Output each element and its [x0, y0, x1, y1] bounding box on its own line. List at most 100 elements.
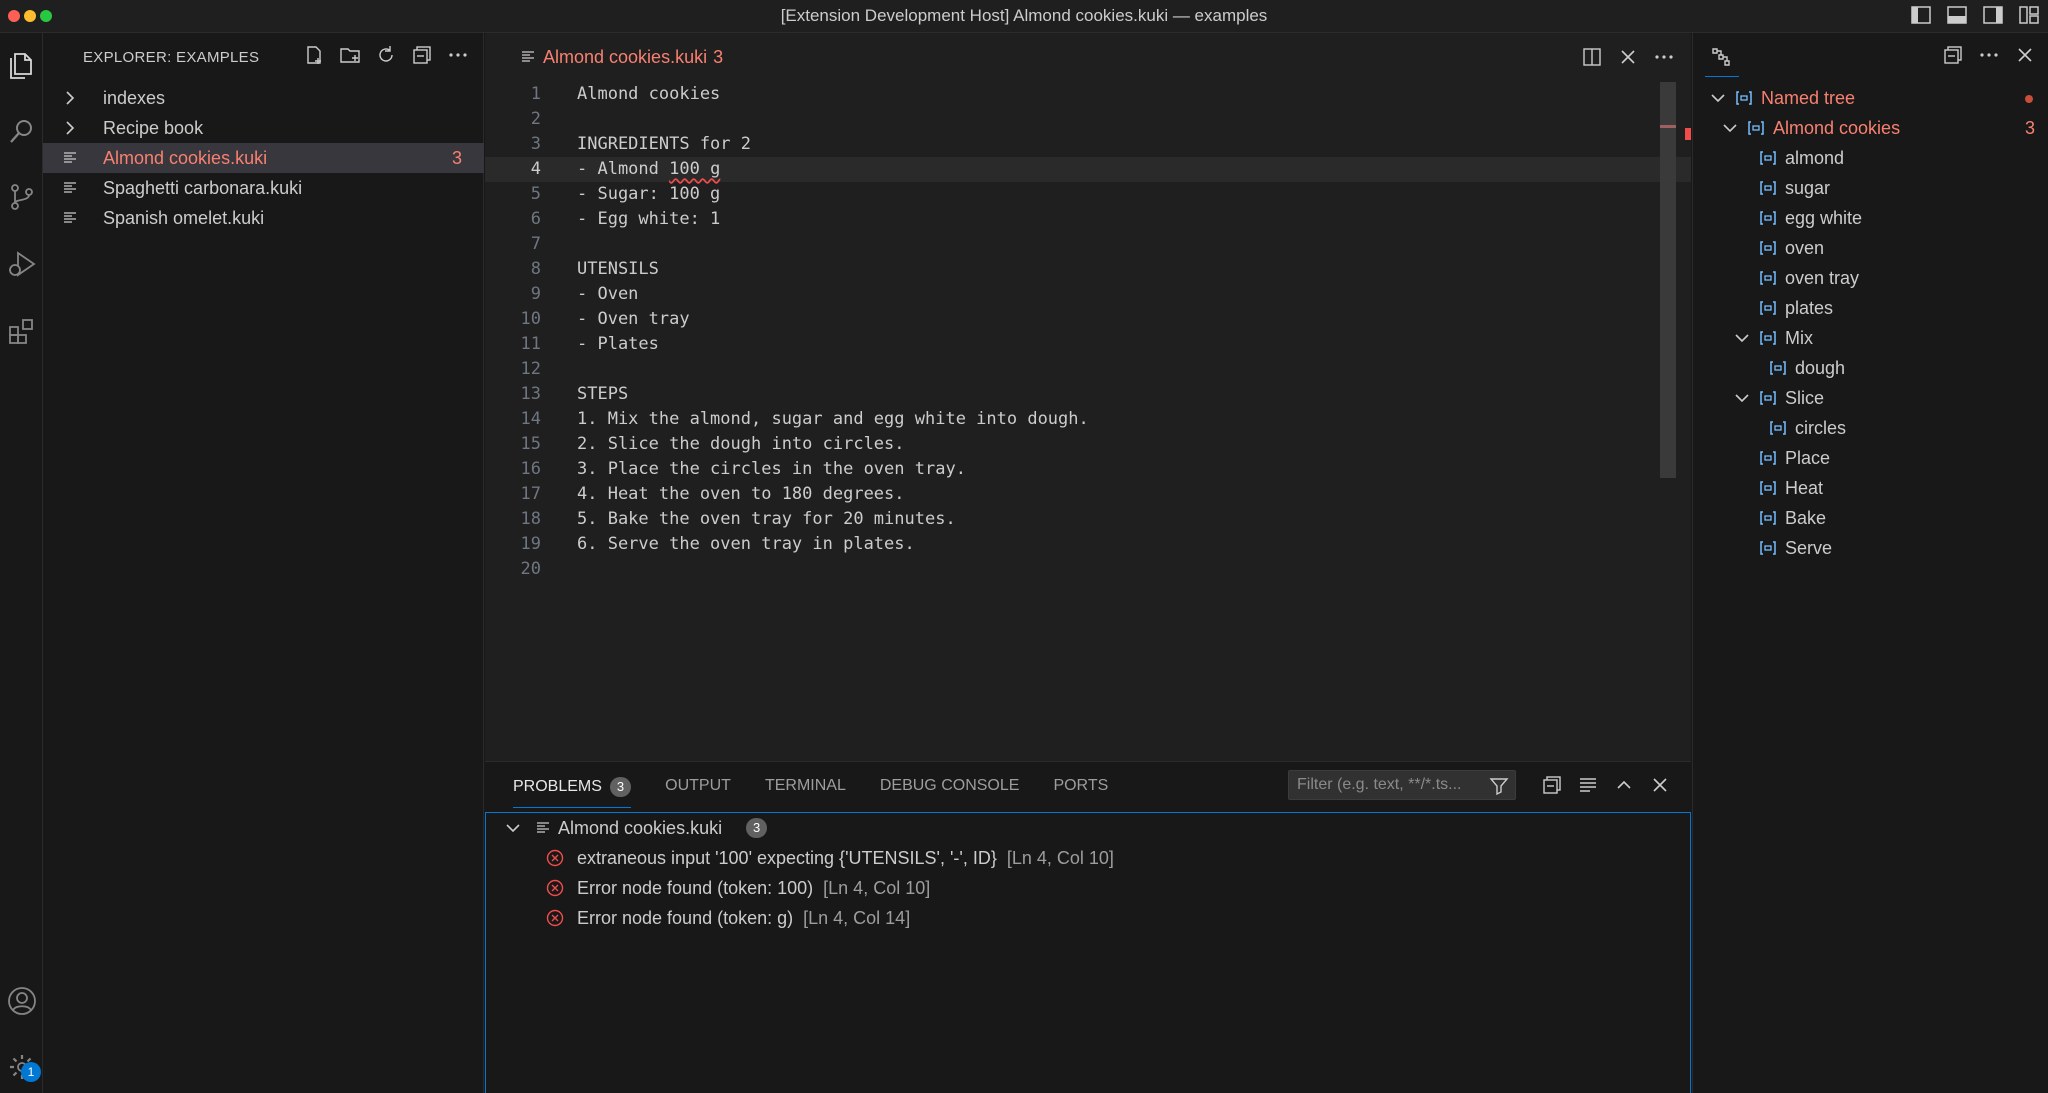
tree-folder-indexes[interactable]: indexes	[43, 83, 484, 113]
explorer-sidebar: EXPLORER: EXAMPLES indexes Recipe book A…	[43, 33, 484, 1093]
symbol-variable-icon	[1760, 151, 1776, 165]
overview-ruler-cursor	[1660, 125, 1676, 128]
code-line-current: 4- Almond 100 g	[485, 157, 1691, 182]
tree-file-spaghetti-carbonara[interactable]: Spaghetti carbonara.kuki	[43, 173, 484, 203]
search-icon[interactable]	[6, 115, 38, 147]
toggle-primary-sidebar-icon[interactable]	[1910, 4, 1932, 31]
editor-more-icon[interactable]	[1653, 46, 1675, 73]
tab-output[interactable]: OUTPUT	[665, 777, 731, 808]
editor-scrollbar[interactable]	[1660, 82, 1676, 478]
named-tree-item[interactable]: oven tray	[1693, 263, 2048, 293]
named-tree-item[interactable]: plates	[1693, 293, 2048, 323]
toggle-secondary-sidebar-icon[interactable]	[1982, 4, 2004, 31]
code-line: 13 STEPS	[520, 384, 629, 404]
close-tab-icon[interactable]	[1617, 46, 1639, 73]
named-tree-doc-label: Almond cookies	[1773, 118, 1901, 138]
symbol-variable-icon	[1760, 181, 1776, 195]
customize-layout-icon[interactable]	[2018, 4, 2040, 31]
chevron-right-icon	[66, 121, 75, 135]
filter-icon[interactable]	[1489, 776, 1509, 796]
named-tree-item[interactable]: Bake	[1693, 503, 2048, 533]
problems-filter	[1288, 770, 1516, 800]
named-tree-item[interactable]: egg white	[1693, 203, 2048, 233]
code-line: 3 INGREDIENTS for 2	[530, 134, 751, 154]
symbol-variable-icon	[1760, 451, 1776, 465]
tab-debug-console[interactable]: DEBUG CONSOLE	[880, 777, 1020, 808]
problem-file-count: 3	[746, 818, 768, 838]
close-panel-icon[interactable]	[1649, 774, 1671, 801]
named-tree-actions	[1942, 44, 2036, 71]
error-icon	[546, 909, 564, 927]
refresh-icon[interactable]	[375, 44, 397, 71]
extensions-icon[interactable]	[6, 315, 38, 347]
tree-file-almond-cookies[interactable]: Almond cookies.kuki 3	[43, 143, 484, 173]
named-tree-item[interactable]: Serve	[1693, 533, 2048, 563]
named-tree-root[interactable]: Named tree	[1693, 83, 2048, 113]
named-tree-view-icon[interactable]	[1705, 43, 1739, 77]
named-tree-item[interactable]: sugar	[1693, 173, 2048, 203]
named-tree-panel: Named tree Almond cookies 3 almond sugar e…	[1692, 33, 2048, 1093]
tab-label: Almond cookies.kuki	[543, 47, 708, 67]
split-editor-icon[interactable]	[1581, 46, 1603, 73]
filter-input[interactable]	[1289, 771, 1479, 799]
toggle-panel-icon[interactable]	[1946, 4, 1968, 31]
problem-item[interactable]: Error node found (token: 100) [Ln 4, Col …	[486, 873, 1690, 903]
new-file-icon[interactable]	[303, 44, 325, 71]
tree-label: indexes	[103, 88, 166, 108]
tab-ports[interactable]: PORTS	[1053, 777, 1108, 808]
named-tree-item-label: Place	[1785, 448, 1831, 468]
named-tree-item[interactable]: Mix	[1693, 323, 2048, 353]
named-tree-item-label: Serve	[1785, 538, 1833, 558]
named-tree-item-label: sugar	[1785, 178, 1831, 198]
new-folder-icon[interactable]	[339, 44, 361, 71]
problem-file-label: Almond cookies.kuki	[558, 818, 723, 838]
code-line: 11- Plates	[520, 334, 659, 354]
collapse-all-icon[interactable]	[411, 44, 433, 71]
code-line: 16 3. Place the circles in the oven tray.	[520, 459, 966, 479]
named-tree-doc[interactable]: Almond cookies 3	[1693, 113, 2048, 143]
panel-actions	[1541, 774, 1671, 801]
named-tree-item[interactable]: Slice	[1693, 383, 2048, 413]
named-tree-child-item[interactable]: circles	[1693, 413, 2048, 443]
editor-tab-bar: Almond cookies.kuki 3	[485, 33, 1691, 81]
code-line: 17 4. Heat the oven to 180 degrees.	[520, 484, 905, 504]
maximize-panel-icon[interactable]	[1613, 774, 1635, 801]
editor-actions	[1581, 46, 1675, 73]
tab-almond-cookies[interactable]: Almond cookies.kuki 3	[485, 33, 739, 81]
run-debug-icon[interactable]	[6, 248, 38, 280]
explorer-actions	[303, 44, 469, 71]
named-tree-item[interactable]: Heat	[1693, 473, 2048, 503]
collapse-all-icon[interactable]	[1541, 774, 1563, 801]
source-control-icon[interactable]	[6, 181, 38, 213]
code-editor[interactable]: 1 Almond cookies 2 3 INGREDIENTS for 2 4- …	[485, 82, 1691, 582]
more-actions-icon[interactable]	[447, 44, 469, 71]
tab-problems[interactable]: PROBLEMS 3	[513, 777, 632, 808]
file-lines-icon	[64, 212, 76, 223]
problem-item[interactable]: Error node found (token: g) [Ln 4, Col 14…	[486, 903, 1690, 933]
files-icon[interactable]	[6, 49, 38, 81]
explorer-title: EXPLORER: EXAMPLES	[83, 49, 260, 66]
more-actions-icon[interactable]	[1978, 44, 2000, 71]
tree-label: Spanish omelet.kuki	[103, 208, 265, 228]
tree-file-spanish-omelet[interactable]: Spanish omelet.kuki	[43, 203, 484, 233]
collapse-all-icon[interactable]	[1942, 44, 1964, 71]
close-icon[interactable]	[2014, 44, 2036, 71]
file-lines-icon	[522, 51, 534, 62]
code-line: 18 5. Bake the oven tray for 20 minutes.	[520, 509, 956, 529]
named-tree-item-label: Slice	[1785, 388, 1825, 408]
tab-terminal[interactable]: TERMINAL	[765, 777, 846, 808]
tab-problem-count: 3	[713, 47, 724, 67]
named-tree-item[interactable]: oven	[1693, 233, 2048, 263]
named-tree-item[interactable]: almond	[1693, 143, 2048, 173]
tree-folder-recipe-book[interactable]: Recipe book	[43, 113, 484, 143]
view-as-list-icon[interactable]	[1577, 774, 1599, 801]
panel-tabs: PROBLEMS 3 OUTPUT TERMINAL DEBUG CONSOLE …	[513, 777, 1108, 808]
window-title: [Extension Development Host] Almond cook…	[780, 6, 1268, 25]
problem-item[interactable]: extraneous input '100' expecting {'UTENS…	[486, 843, 1690, 873]
account-icon[interactable]	[6, 985, 38, 1017]
symbol-variable-icon	[1770, 361, 1786, 375]
named-tree-child-label: dough	[1795, 358, 1846, 378]
problem-file-group[interactable]: Almond cookies.kuki 3	[486, 813, 1690, 843]
named-tree-item[interactable]: Place	[1693, 443, 2048, 473]
named-tree-child-item[interactable]: dough	[1693, 353, 2048, 383]
